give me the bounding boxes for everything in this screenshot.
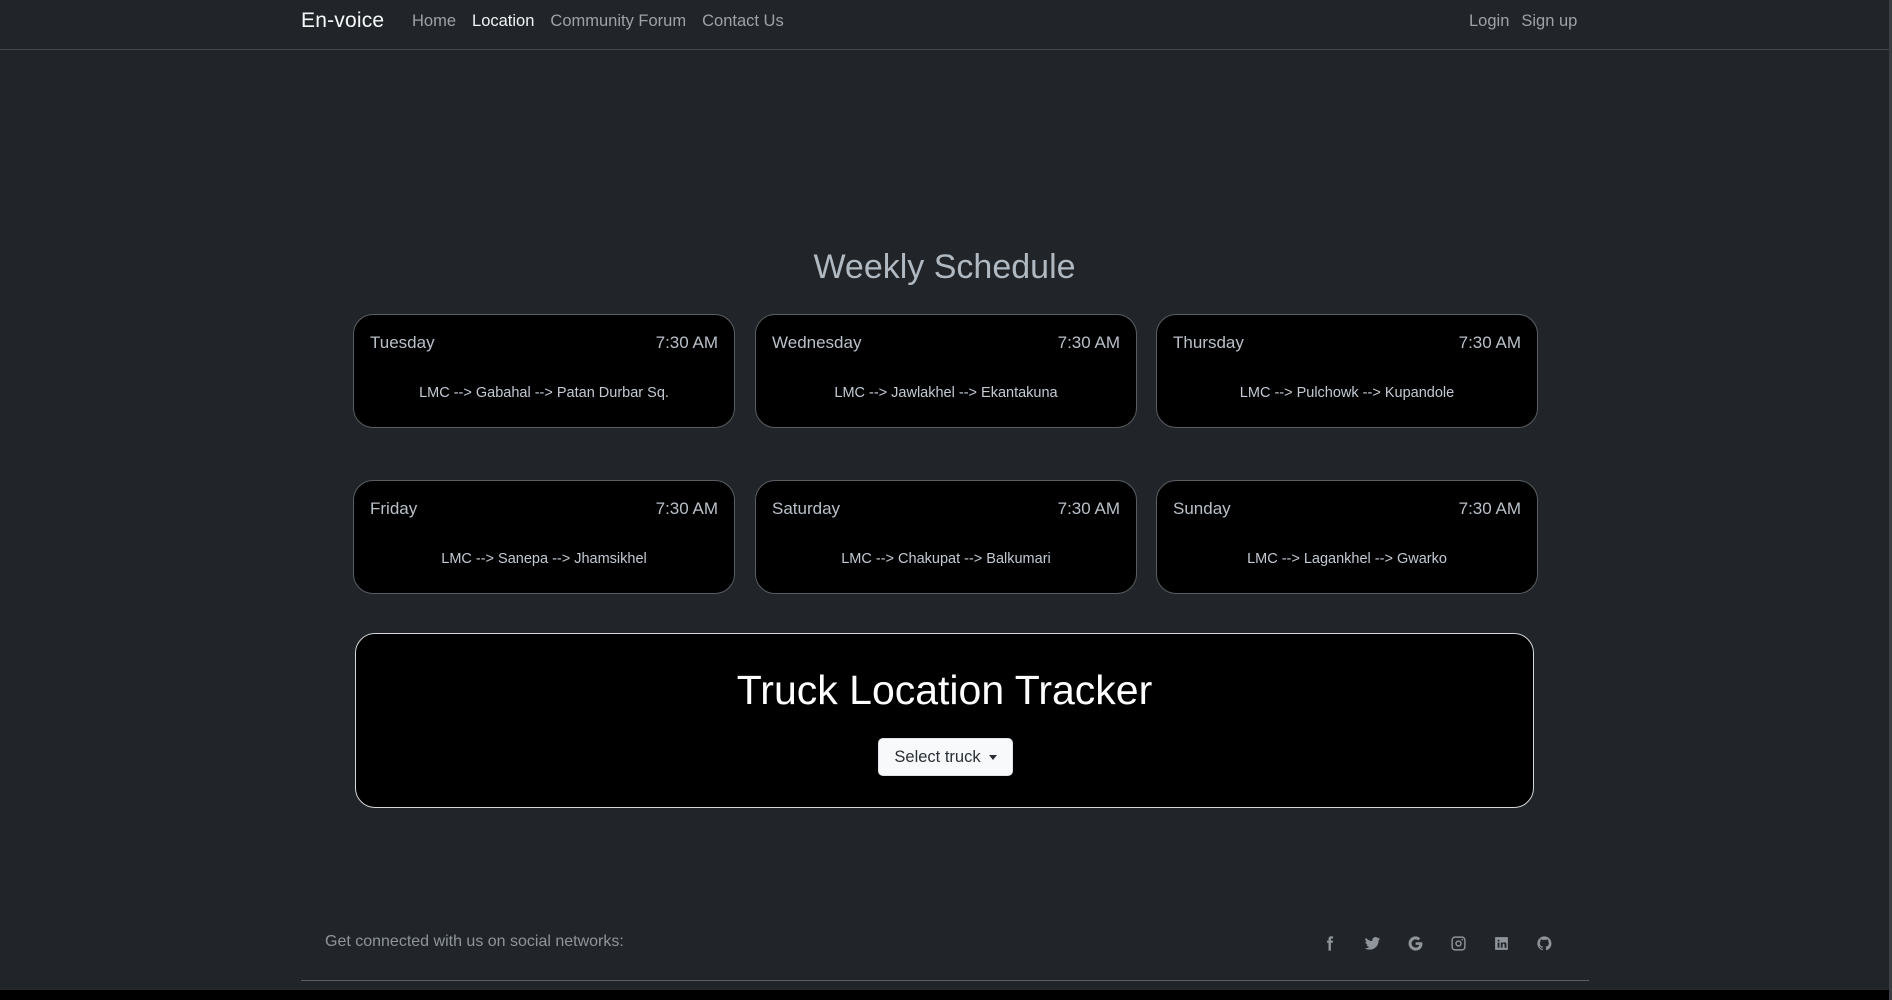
nav-link-community-forum[interactable]: Community Forum — [550, 12, 686, 31]
navbar: En-voice Home Location Community Forum C… — [0, 0, 1889, 50]
card-time: 7:30 AM — [1057, 333, 1120, 352]
schedule-card-thursday: Thursday 7:30 AM LMC --> Pulchowk --> Ku… — [1156, 314, 1538, 428]
card-day: Thursday — [1173, 333, 1244, 352]
schedule-card-wednesday: Wednesday 7:30 AM LMC --> Jawlakhel --> … — [755, 314, 1137, 428]
nav-link-location[interactable]: Location — [472, 12, 534, 31]
card-time: 7:30 AM — [655, 499, 718, 518]
card-time: 7:30 AM — [655, 333, 718, 352]
card-day: Wednesday — [772, 333, 862, 352]
card-time: 7:30 AM — [1458, 499, 1521, 518]
card-route: LMC --> Chakupat --> Balkumari — [841, 551, 1051, 567]
card-day: Tuesday — [370, 333, 435, 352]
brand-logo[interactable]: En-voice — [301, 9, 384, 33]
card-time: 7:30 AM — [1057, 499, 1120, 518]
footer-divider — [301, 980, 1589, 981]
twitter-icon[interactable] — [1351, 931, 1394, 955]
card-route: LMC --> Lagankhel --> Gwarko — [1247, 551, 1447, 567]
login-link[interactable]: Login — [1469, 12, 1509, 31]
linkedin-icon[interactable] — [1480, 931, 1523, 955]
nav-link-contact-us[interactable]: Contact Us — [702, 12, 784, 31]
schedule-card-sunday: Sunday 7:30 AM LMC --> Lagankhel --> Gwa… — [1156, 480, 1538, 594]
nav-links: Home Location Community Forum Contact Us — [412, 12, 784, 31]
schedule-card-friday: Friday 7:30 AM LMC --> Sanepa --> Jhamsi… — [353, 480, 735, 594]
bottom-bar — [0, 990, 1889, 1000]
facebook-icon[interactable] — [1308, 931, 1351, 955]
card-day: Friday — [370, 499, 418, 518]
google-icon[interactable] — [1394, 931, 1437, 955]
nav-link-home[interactable]: Home — [412, 12, 456, 31]
caret-down-icon — [988, 754, 997, 760]
instagram-icon[interactable] — [1437, 931, 1480, 955]
card-time: 7:30 AM — [1458, 333, 1521, 352]
github-icon[interactable] — [1523, 931, 1566, 955]
footer-social-text: Get connected with us on social networks… — [325, 933, 624, 950]
select-truck-label: Select truck — [894, 747, 981, 766]
schedule-card-saturday: Saturday 7:30 AM LMC --> Chakupat --> Ba… — [755, 480, 1137, 594]
card-route: LMC --> Sanepa --> Jhamsikhel — [441, 551, 647, 567]
card-route: LMC --> Gabahal --> Patan Durbar Sq. — [419, 385, 669, 401]
card-route: LMC --> Pulchowk --> Kupandole — [1239, 385, 1455, 401]
schedule-card-tuesday: Tuesday 7:30 AM LMC --> Gabahal --> Pata… — [353, 314, 735, 428]
schedule-title: Weekly Schedule — [813, 248, 1076, 286]
tracker-title: Truck Location Tracker — [736, 667, 1153, 713]
card-day: Saturday — [772, 499, 841, 518]
signup-link[interactable]: Sign up — [1521, 12, 1577, 31]
social-links — [1308, 931, 1566, 955]
card-route: LMC --> Jawlakhel --> Ekantakuna — [834, 385, 1058, 401]
select-truck-dropdown[interactable]: Select truck — [878, 738, 1013, 776]
auth-links: Login Sign up — [1469, 12, 1577, 31]
card-day: Sunday — [1173, 499, 1231, 518]
truck-tracker-panel: Truck Location Tracker Select truck — [355, 633, 1534, 808]
